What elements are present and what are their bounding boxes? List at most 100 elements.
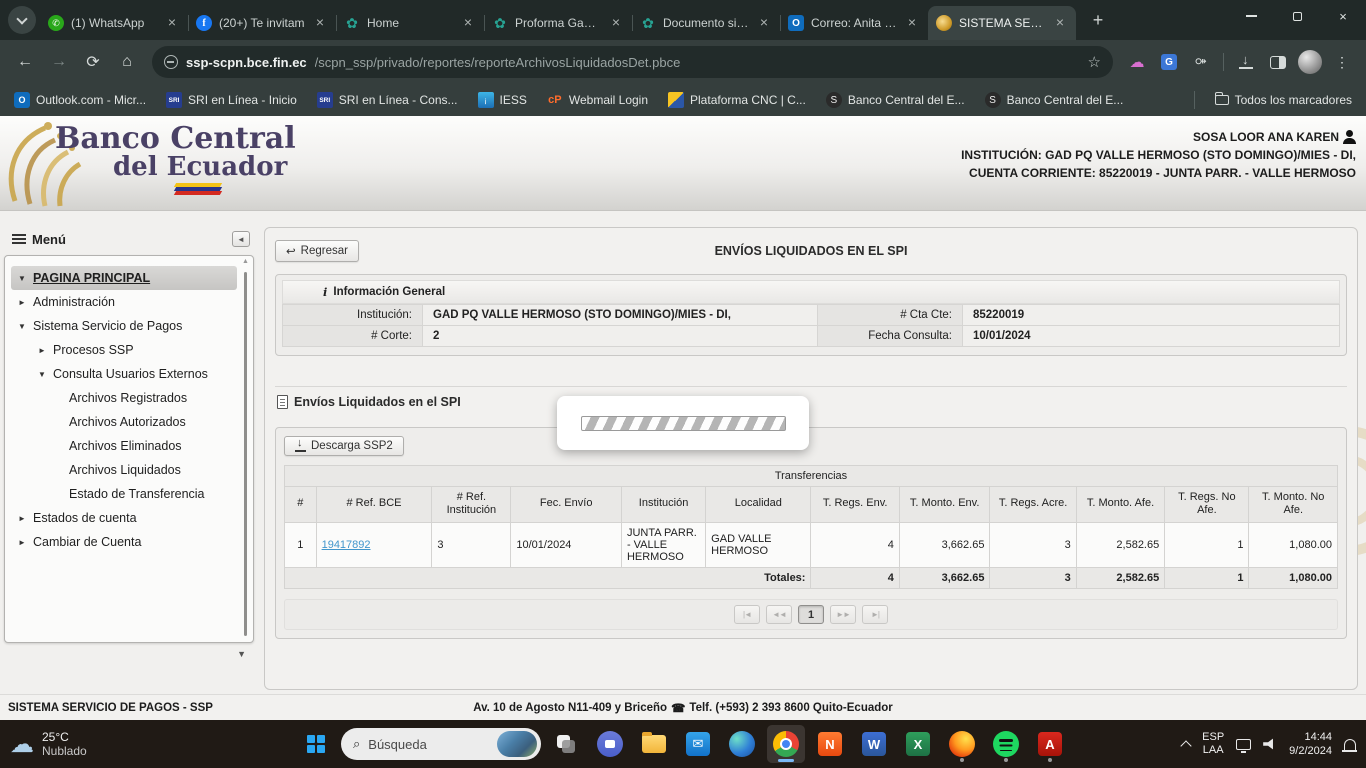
bookmark-label: Webmail Login <box>569 93 648 107</box>
all-bookmarks-button[interactable]: Todos los marcadores <box>1215 93 1352 107</box>
cell-t-regs-no-afe: 1 <box>1165 523 1249 568</box>
word-button[interactable]: W <box>855 725 893 763</box>
tab-facebook[interactable]: f (20+) Te invitam × <box>188 6 336 40</box>
profile-button[interactable] <box>1296 48 1324 76</box>
sidebar-item-consulta-usuarios-externos[interactable]: ▼ Consulta Usuarios Externos <box>11 362 237 386</box>
last-page-button[interactable]: ►| <box>862 605 888 624</box>
next-page-button[interactable]: ►► <box>830 605 856 624</box>
ref-bce-link[interactable]: 19417892 <box>322 539 371 551</box>
side-panel-button[interactable] <box>1264 48 1292 76</box>
menu-scrollbar[interactable]: ▲ <box>240 258 251 640</box>
hidden-icons-chevron[interactable] <box>1180 740 1191 751</box>
mail-button[interactable]: ✉ <box>679 725 717 763</box>
back-button[interactable]: ← <box>10 47 40 77</box>
sidebar-item-archivos-autorizados[interactable]: Archivos Autorizados <box>11 410 237 434</box>
site-settings-icon[interactable] <box>164 55 178 69</box>
bookmark-bce-1[interactable]: SBanco Central del E... <box>826 92 965 108</box>
minimize-icon <box>1246 15 1257 17</box>
menu-collapse-button[interactable]: ◄ <box>232 231 250 247</box>
tab-whatsapp[interactable]: ✆ (1) WhatsApp × <box>40 6 188 40</box>
bookmark-webmail[interactable]: cPWebmail Login <box>547 92 648 108</box>
tray-date: 9/2/2024 <box>1289 744 1332 758</box>
sidebar-item-estados-de-cuenta[interactable]: ► Estados de cuenta <box>11 506 237 530</box>
col-t-regs-acre: T. Regs. Acre. <box>990 486 1076 523</box>
address-bar[interactable]: ssp-scpn.bce.fin.ec /scpn_ssp/privado/re… <box>152 46 1113 78</box>
sidebar-item-sistema-servicio-pagos[interactable]: ▼ Sistema Servicio de Pagos <box>11 314 237 338</box>
translate-icon[interactable]: G <box>1155 48 1183 76</box>
window-maximize-button[interactable] <box>1274 0 1320 32</box>
downloads-button[interactable]: ↓ <box>1232 48 1260 76</box>
nitro-pdf-button[interactable]: N <box>811 725 849 763</box>
scrollbar-thumb[interactable] <box>244 272 247 636</box>
reload-button[interactable]: ⟳ <box>78 47 108 77</box>
tab-close-icon[interactable]: × <box>460 15 476 31</box>
tab-home[interactable]: ✿ Home × <box>336 6 484 40</box>
pagination: |◄ ◄◄ 1 ►► ►| <box>284 599 1338 630</box>
new-tab-button[interactable]: + <box>1084 6 1112 34</box>
file-explorer-button[interactable] <box>635 725 673 763</box>
tab-close-icon[interactable]: × <box>608 15 624 31</box>
window-minimize-button[interactable] <box>1228 0 1274 32</box>
spotify-icon <box>993 731 1019 757</box>
sidebar-item-procesos-ssp[interactable]: ► Procesos SSP <box>11 338 237 362</box>
tab-close-icon[interactable]: × <box>904 15 920 31</box>
chrome-button[interactable] <box>767 725 805 763</box>
table-row: 1 19417892 3 10/01/2024 JUNTA PARR. - VA… <box>285 523 1338 568</box>
tab-search-button[interactable] <box>8 6 36 34</box>
network-icon[interactable] <box>1236 739 1251 750</box>
sidebar-item-archivos-liquidados[interactable]: Archivos Liquidados <box>11 458 237 482</box>
volume-icon[interactable] <box>1263 738 1277 750</box>
firefox-button[interactable] <box>943 725 981 763</box>
window-close-button[interactable]: × <box>1320 0 1366 32</box>
start-button[interactable] <box>297 725 335 763</box>
sidebar-item-pagina-principal[interactable]: ▼ PAGINA PRINCIPAL <box>11 266 237 290</box>
sidebar-item-label: Administración <box>33 295 115 309</box>
tab-correo[interactable]: O Correo: Anita So × <box>780 6 928 40</box>
expanded-icon: ▼ <box>37 370 47 379</box>
bookmark-sri-inicio[interactable]: SRISRI en Línea - Inicio <box>166 92 297 108</box>
taskbar-search[interactable]: ⌕ Búsqueda <box>341 728 541 760</box>
sidebar-scroll-down-icon[interactable]: ▼ <box>237 649 254 659</box>
extensions-puzzle-icon[interactable]: ⚩ <box>1187 48 1215 76</box>
home-button[interactable]: ⌂ <box>112 47 142 77</box>
tab-close-icon[interactable]: × <box>164 15 180 31</box>
bookmark-bce-2[interactable]: SBanco Central del E... <box>985 92 1124 108</box>
sidebar-item-archivos-eliminados[interactable]: Archivos Eliminados <box>11 434 237 458</box>
total-t-regs-env: 4 <box>811 568 899 589</box>
extension-cloud-icon[interactable]: ☁ <box>1123 48 1151 76</box>
bookmark-outlook[interactable]: OOutlook.com - Micr... <box>14 92 146 108</box>
sidebar-item-administracion[interactable]: ► Administración <box>11 290 237 314</box>
scroll-up-icon[interactable]: ▲ <box>240 258 251 270</box>
tab-sistema-servicio-active[interactable]: SISTEMA SERVIC × <box>928 6 1076 40</box>
sidebar-item-archivos-registrados[interactable]: Archivos Registrados <box>11 386 237 410</box>
prev-page-button[interactable]: ◄◄ <box>766 605 792 624</box>
notifications-bell-icon[interactable] <box>1344 739 1356 750</box>
chrome-menu-button[interactable]: ⋮ <box>1328 48 1356 76</box>
bce-icon: S <box>985 92 1001 108</box>
language-indicator[interactable]: ESP LAA <box>1202 731 1224 757</box>
spotify-button[interactable] <box>987 725 1025 763</box>
tab-proforma[interactable]: ✿ Proforma Gastos × <box>484 6 632 40</box>
first-page-button[interactable]: |◄ <box>734 605 760 624</box>
chat-button[interactable] <box>591 725 629 763</box>
excel-button[interactable]: X <box>899 725 937 763</box>
tab-close-icon[interactable]: × <box>756 15 772 31</box>
clock[interactable]: 14:44 9/2/2024 <box>1289 730 1332 758</box>
sidebar-item-cambiar-de-cuenta[interactable]: ► Cambiar de Cuenta <box>11 530 237 554</box>
bookmark-iess[interactable]: ¡IESS <box>478 92 527 108</box>
acrobat-button[interactable]: A <box>1031 725 1069 763</box>
sidebar-item-estado-de-transferencia[interactable]: Estado de Transferencia <box>11 482 237 506</box>
bookmark-sri-consultas[interactable]: SRISRI en Línea - Cons... <box>317 92 458 108</box>
sidebar-item-label: Consulta Usuarios Externos <box>53 367 208 381</box>
bookmark-star-icon[interactable]: ☆ <box>1088 53 1101 71</box>
edge-button[interactable] <box>723 725 761 763</box>
forward-button[interactable]: → <box>44 47 74 77</box>
current-page-button[interactable]: 1 <box>798 605 824 624</box>
tab-close-icon[interactable]: × <box>312 15 328 31</box>
descarga-ssp2-button[interactable]: ↓ Descarga SSP2 <box>284 436 404 456</box>
taskbar-weather-widget[interactable]: ☁ 25°C Nublado <box>10 730 240 759</box>
tab-close-icon[interactable]: × <box>1052 15 1068 31</box>
bookmark-cnc[interactable]: Plataforma CNC | C... <box>668 92 806 108</box>
tab-documento[interactable]: ✿ Documento sin t × <box>632 6 780 40</box>
task-view-button[interactable] <box>547 725 585 763</box>
